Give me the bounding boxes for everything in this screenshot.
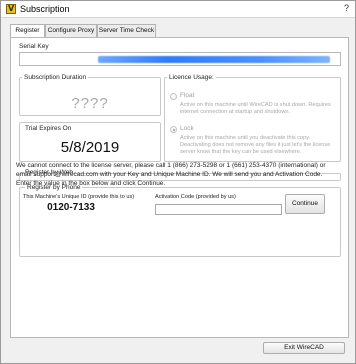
tab-server-time-check[interactable]: Server Time Check (97, 24, 156, 37)
activation-code-input[interactable] (155, 204, 282, 215)
activation-code-label: Activation Code (provided by us) (155, 194, 236, 200)
float-label: Float (180, 92, 195, 99)
float-radio[interactable] (170, 93, 177, 100)
subscription-window: Subscription ? Register Configure Proxy … (0, 0, 356, 364)
continue-button[interactable]: Continue (285, 194, 325, 214)
subscription-duration-legend: Subscription Duration (24, 74, 87, 81)
serial-key-label: Serial Key (19, 43, 49, 50)
wirecad-app-icon (6, 4, 16, 14)
licence-usage-legend: Licence Usage: (169, 74, 214, 81)
trial-expires-label: Trial Expires On (25, 125, 72, 132)
unique-id-label: This Machine's Unique ID (provide this t… (23, 194, 135, 200)
exit-wirecad-button[interactable]: Exit WireCAD (263, 342, 345, 354)
lock-description: Active on this machine until you deactiv… (180, 135, 331, 155)
licence-usage-group: Licence Usage: Float Active on this mach… (164, 74, 341, 162)
title-bar: Subscription ? (1, 1, 355, 18)
trial-expiry-date: 5/8/2019 (60, 139, 120, 156)
lock-label: Lock (180, 125, 194, 132)
subscription-duration-group: Subscription Duration ???? (19, 74, 161, 116)
lock-radio[interactable] (170, 126, 177, 133)
phone-instructions: We cannot connect to the license server,… (16, 162, 326, 187)
tab-configure-proxy[interactable]: Configure Proxy (45, 24, 97, 37)
serial-key-input[interactable] (19, 52, 341, 66)
trial-expiry-group: Trial Expires On 5/8/2019 (19, 122, 161, 162)
window-title: Subscription (20, 4, 70, 14)
unique-id-value: 0120-7133 (47, 202, 95, 213)
subscription-duration-value: ???? (71, 95, 109, 112)
float-description: Active on this machine until WireCAD is … (180, 102, 331, 115)
tab-register[interactable]: Register (10, 24, 45, 38)
help-button[interactable]: ? (344, 3, 349, 13)
serial-key-redacted-value (98, 56, 330, 63)
